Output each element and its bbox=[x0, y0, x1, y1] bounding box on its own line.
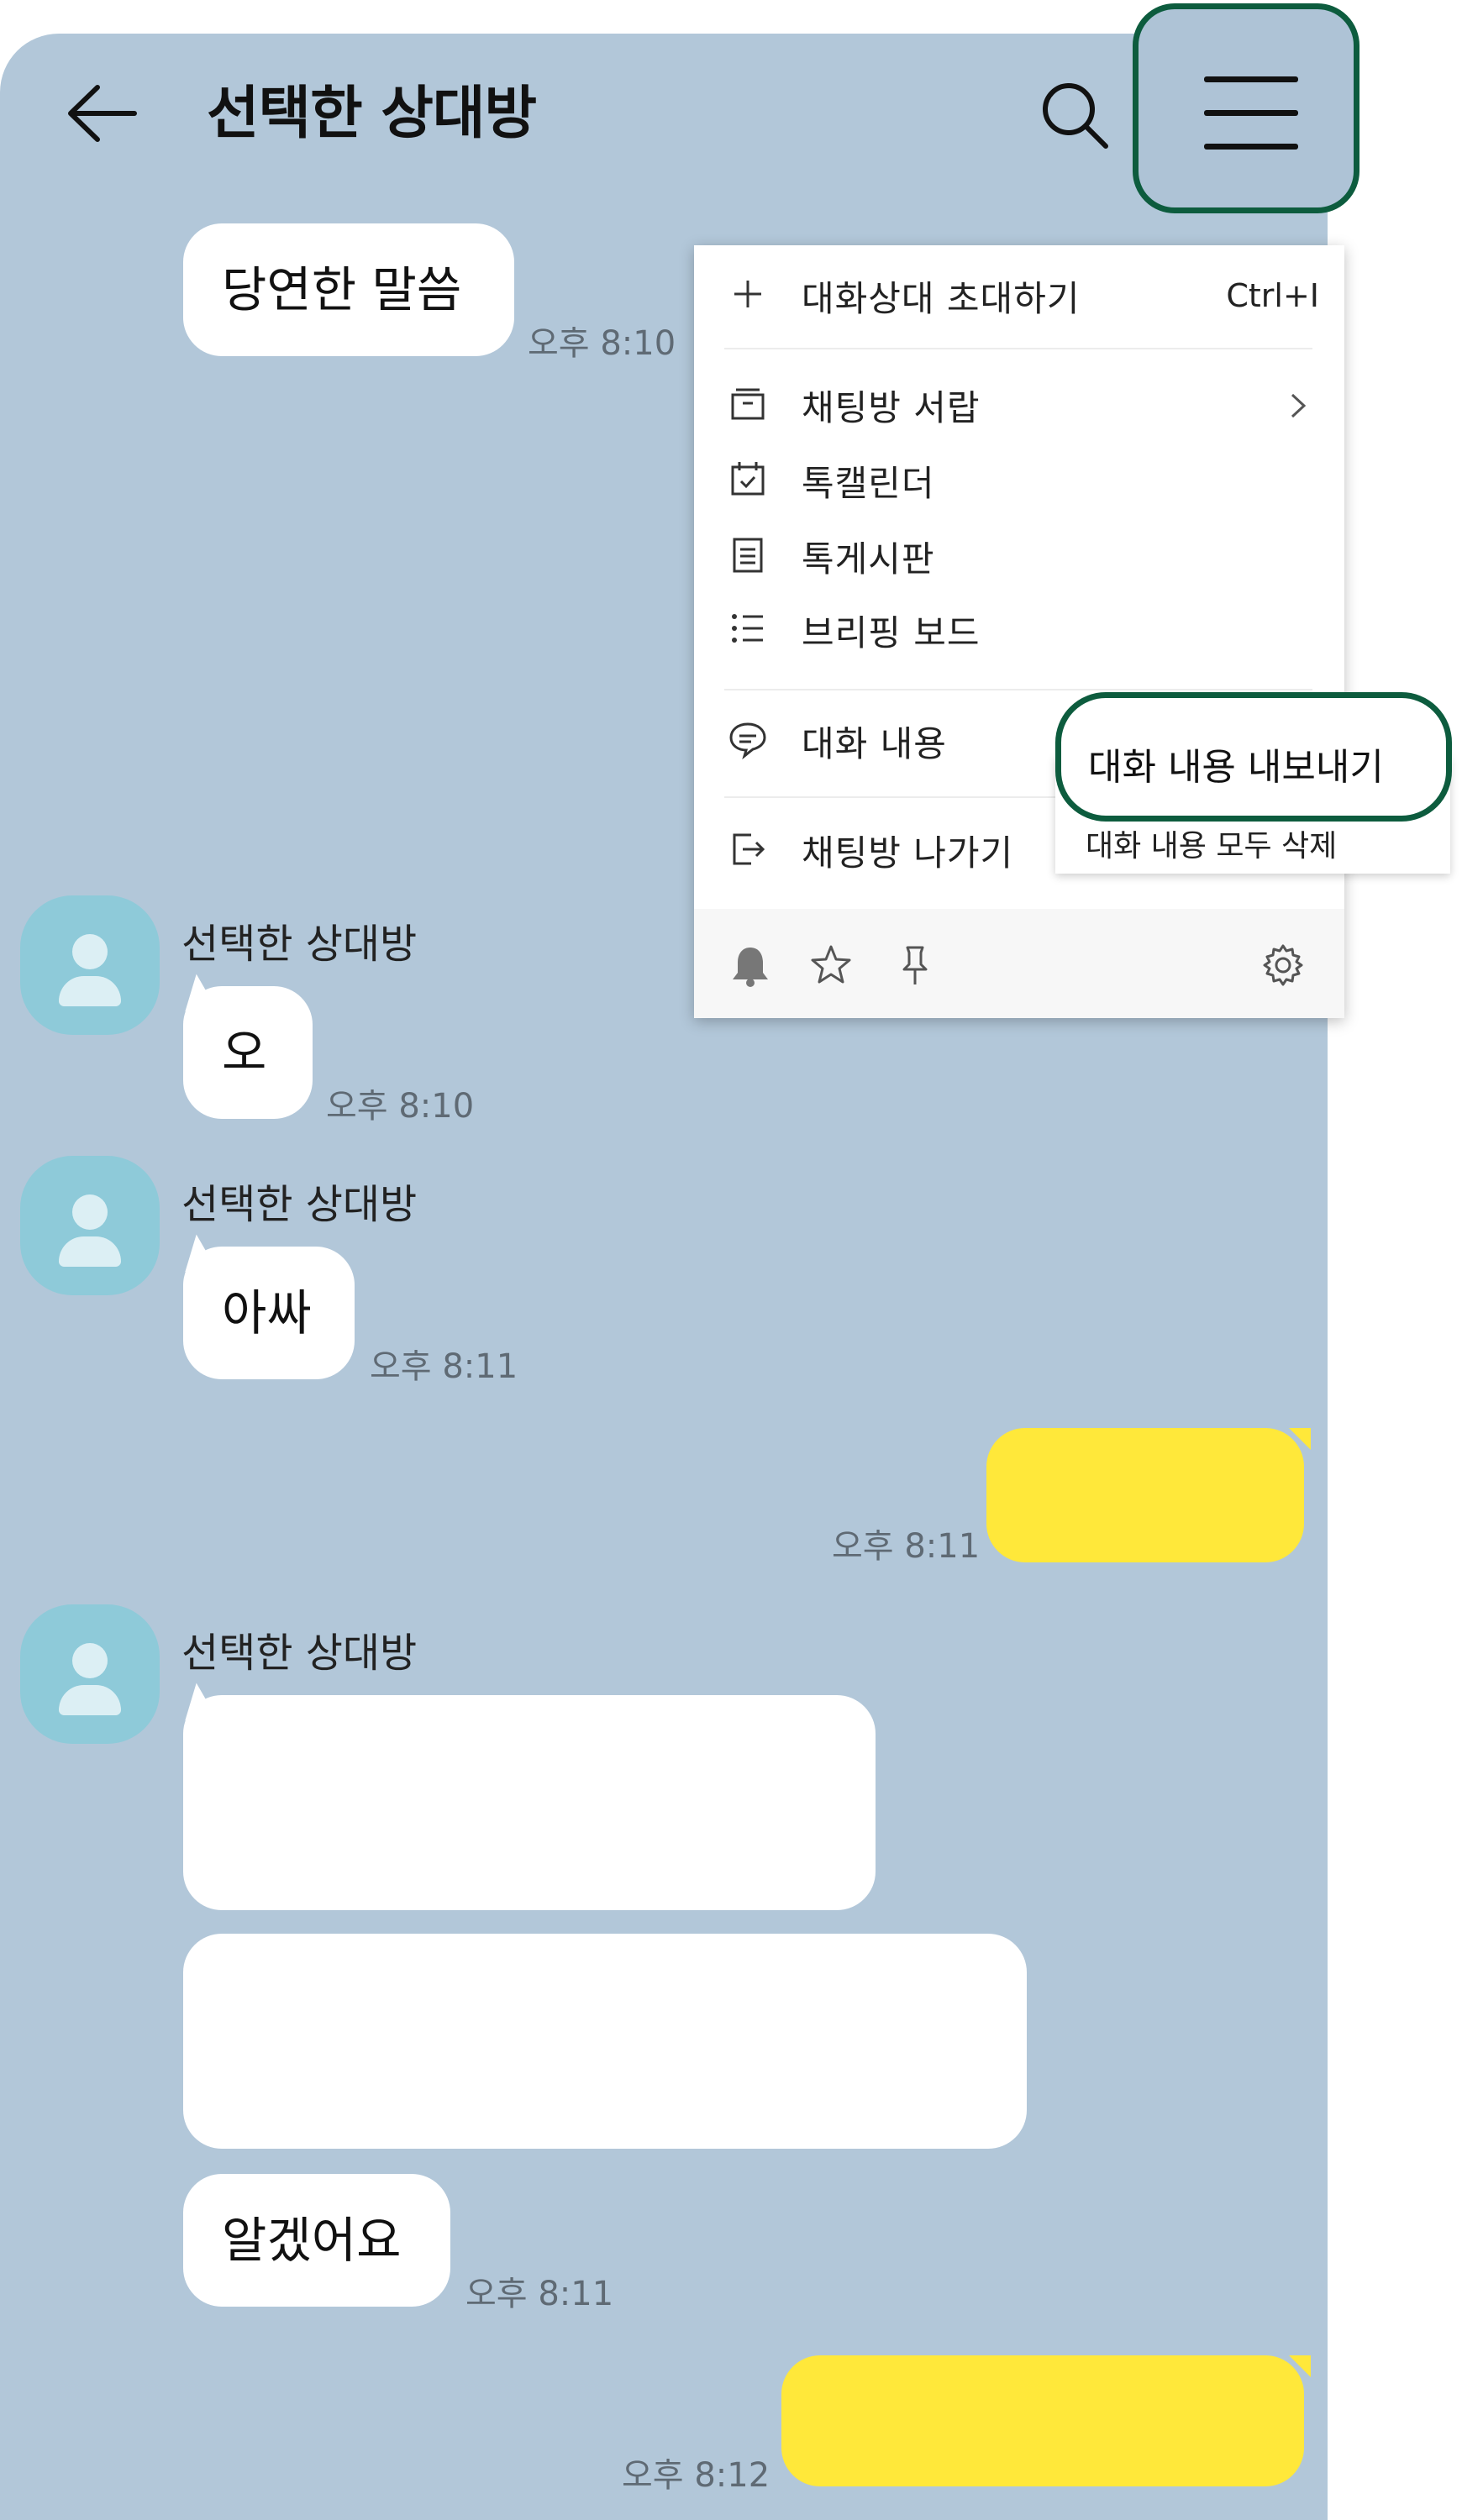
list-icon bbox=[732, 614, 763, 643]
message-text: 아싸 bbox=[222, 1284, 312, 1341]
menu-item-calendar[interactable]: 톡캘린더 bbox=[694, 444, 1344, 511]
submenu-item-export[interactable]: 대화 내용 내보내기 bbox=[1055, 692, 1452, 822]
menu-divider bbox=[724, 348, 1312, 349]
message-text: 알겠어요 bbox=[222, 2212, 402, 2269]
back-button[interactable] bbox=[60, 76, 145, 151]
menu-item-shortcut: Ctrl+I bbox=[1226, 277, 1319, 314]
submenu-item-delete-all[interactable]: 대화 내용 모두 삭제 bbox=[1086, 822, 1337, 865]
exit-icon bbox=[733, 833, 765, 865]
search-button[interactable] bbox=[1035, 74, 1116, 155]
message-bubble[interactable] bbox=[183, 1934, 1027, 2149]
sender-name: 선택한 상대방 bbox=[181, 1630, 418, 1677]
sent-message-bubble[interactable] bbox=[781, 2355, 1311, 2486]
avatar[interactable] bbox=[20, 1156, 160, 1295]
chevron-right-icon bbox=[1291, 393, 1307, 418]
sender-name: 선택한 상대방 bbox=[181, 1181, 418, 1228]
menu-item-label: 브리핑 보드 bbox=[802, 612, 981, 654]
message-bubble[interactable] bbox=[171, 1683, 876, 1910]
message-bubble[interactable]: 알겠어요 bbox=[183, 2174, 450, 2307]
menu-item-label: 톡게시판 bbox=[802, 538, 935, 580]
hamburger-menu-icon bbox=[1204, 75, 1298, 150]
sender-name: 선택한 상대방 bbox=[181, 921, 418, 968]
message-time: 오후 8:12 bbox=[622, 2456, 770, 2495]
chat-menu-dropdown: 대화상대 초대하기 Ctrl+I 채팅방 서랍 톡캘린더 톡게시판 브리핑 보드… bbox=[694, 245, 1344, 1018]
arrow-left-icon bbox=[68, 85, 137, 142]
menu-item-label: 채팅방 나가기 bbox=[802, 832, 1014, 874]
menu-item-board[interactable]: 톡게시판 bbox=[694, 519, 1344, 586]
sent-message-bubble[interactable] bbox=[986, 1428, 1311, 1562]
message-bubble[interactable]: 당연한 말씀 bbox=[183, 223, 514, 356]
plus-icon bbox=[734, 281, 761, 307]
star-icon[interactable] bbox=[808, 942, 854, 988]
menu-item-drawer[interactable]: 채팅방 서랍 bbox=[694, 368, 1344, 435]
pin-icon[interactable] bbox=[892, 942, 938, 988]
search-icon bbox=[1043, 83, 1108, 149]
message-text: 오 bbox=[222, 1024, 267, 1081]
drawer-icon bbox=[731, 388, 765, 420]
message-time: 오후 8:10 bbox=[326, 1087, 475, 1126]
message-time: 오후 8:11 bbox=[465, 2275, 614, 2313]
avatar[interactable] bbox=[20, 895, 160, 1035]
menu-item-briefing[interactable]: 브리핑 보드 bbox=[694, 593, 1344, 660]
message-bubble[interactable]: 아싸 bbox=[171, 1234, 355, 1379]
message-time: 오후 8:11 bbox=[832, 1527, 981, 1566]
calendar-icon bbox=[731, 462, 765, 496]
message-time: 오후 8:11 bbox=[370, 1347, 518, 1386]
menu-item-invite[interactable]: 대화상대 초대하기 Ctrl+I bbox=[694, 259, 1344, 326]
menu-item-label: 채팅방 서랍 bbox=[802, 387, 981, 428]
chat-bubble-icon bbox=[729, 722, 766, 759]
submenu-item-label: 대화 내용 내보내기 bbox=[1088, 746, 1384, 789]
chat-title: 선택한 상대방 bbox=[207, 81, 537, 147]
menu-bottom-bar bbox=[694, 909, 1344, 1018]
message-bubble[interactable]: 오 bbox=[171, 974, 313, 1119]
menu-item-label: 대화상대 초대하기 bbox=[802, 278, 1081, 319]
menu-item-label: 톡캘린더 bbox=[802, 463, 935, 504]
menu-divider bbox=[724, 689, 1312, 690]
board-icon bbox=[733, 538, 763, 573]
gear-icon[interactable] bbox=[1260, 942, 1306, 988]
menu-button[interactable] bbox=[1133, 3, 1359, 213]
avatar[interactable] bbox=[20, 1604, 160, 1744]
message-time: 오후 8:10 bbox=[528, 324, 676, 363]
bell-icon[interactable] bbox=[728, 942, 773, 988]
message-text: 당연한 말씀 bbox=[222, 261, 462, 318]
menu-item-label: 대화 내용 bbox=[802, 723, 947, 764]
